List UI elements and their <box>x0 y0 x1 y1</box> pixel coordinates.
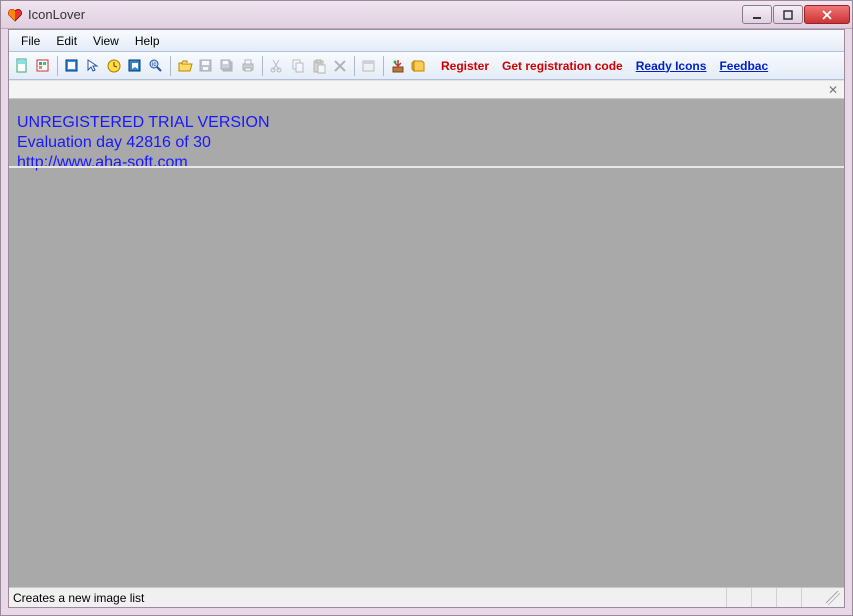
new-icon-button[interactable] <box>13 57 31 75</box>
tab-close-icon[interactable]: ✕ <box>826 83 840 97</box>
window-controls <box>742 5 850 24</box>
get-registration-code-link[interactable]: Get registration code <box>502 59 623 73</box>
toolbar-separator <box>262 56 263 76</box>
menu-view[interactable]: View <box>85 31 127 51</box>
delete-button[interactable] <box>331 57 349 75</box>
menu-help[interactable]: Help <box>127 31 168 51</box>
workspace: UNREGISTERED TRIAL VERSION Evaluation da… <box>9 99 844 587</box>
menubar: File Edit View Help <box>9 30 844 52</box>
trial-url[interactable]: http://www.aha-soft.com <box>17 153 270 173</box>
close-button[interactable] <box>804 5 850 24</box>
statusbar: Creates a new image list <box>9 587 844 607</box>
app-window: IconLover File Edit View Help <box>0 0 853 616</box>
animated-cursor-button[interactable] <box>126 57 144 75</box>
status-text: Creates a new image list <box>13 591 144 605</box>
status-cell <box>776 588 801 607</box>
minimize-button[interactable] <box>742 5 772 24</box>
download-icons-button[interactable] <box>389 57 407 75</box>
maximize-button[interactable] <box>773 5 803 24</box>
new-library-button[interactable] <box>34 57 52 75</box>
ready-icons-link[interactable]: Ready Icons <box>636 59 707 73</box>
toolbar-separator <box>170 56 171 76</box>
print-button[interactable] <box>239 57 257 75</box>
register-link[interactable]: Register <box>441 59 489 73</box>
feedback-link[interactable]: Feedbac <box>719 59 768 73</box>
copy-button[interactable] <box>289 57 307 75</box>
toolbar-separator <box>383 56 384 76</box>
toolbar-separator <box>57 56 58 76</box>
search-icons-button[interactable]: ic <box>147 57 165 75</box>
paste-button[interactable] <box>310 57 328 75</box>
window-title: IconLover <box>28 7 742 22</box>
trial-line-2: Evaluation day 42816 of 30 <box>17 133 270 153</box>
open-button[interactable] <box>176 57 194 75</box>
new-image-list-button[interactable] <box>63 57 81 75</box>
app-icon <box>7 7 23 23</box>
status-cell <box>801 588 826 607</box>
svg-text:ic: ic <box>152 62 156 68</box>
status-cell <box>751 588 776 607</box>
trial-line-1: UNREGISTERED TRIAL VERSION <box>17 113 270 133</box>
client-area: File Edit View Help <box>8 29 845 608</box>
new-cursor-button[interactable] <box>84 57 102 75</box>
titlebar[interactable]: IconLover <box>1 1 852 29</box>
save-button[interactable] <box>197 57 215 75</box>
resize-grip-icon[interactable] <box>826 591 840 605</box>
trial-notice: UNREGISTERED TRIAL VERSION Evaluation da… <box>17 113 270 173</box>
cut-button[interactable] <box>268 57 286 75</box>
properties-button[interactable] <box>360 57 378 75</box>
clock-icon-button[interactable] <box>105 57 123 75</box>
help-button[interactable] <box>410 57 428 75</box>
divider <box>9 166 844 168</box>
toolbar: ic <box>9 52 844 80</box>
save-all-button[interactable] <box>218 57 236 75</box>
status-cell <box>726 588 751 607</box>
menu-file[interactable]: File <box>13 31 48 51</box>
toolbar-separator <box>354 56 355 76</box>
menu-edit[interactable]: Edit <box>48 31 85 51</box>
tab-bar: ✕ <box>9 80 844 99</box>
